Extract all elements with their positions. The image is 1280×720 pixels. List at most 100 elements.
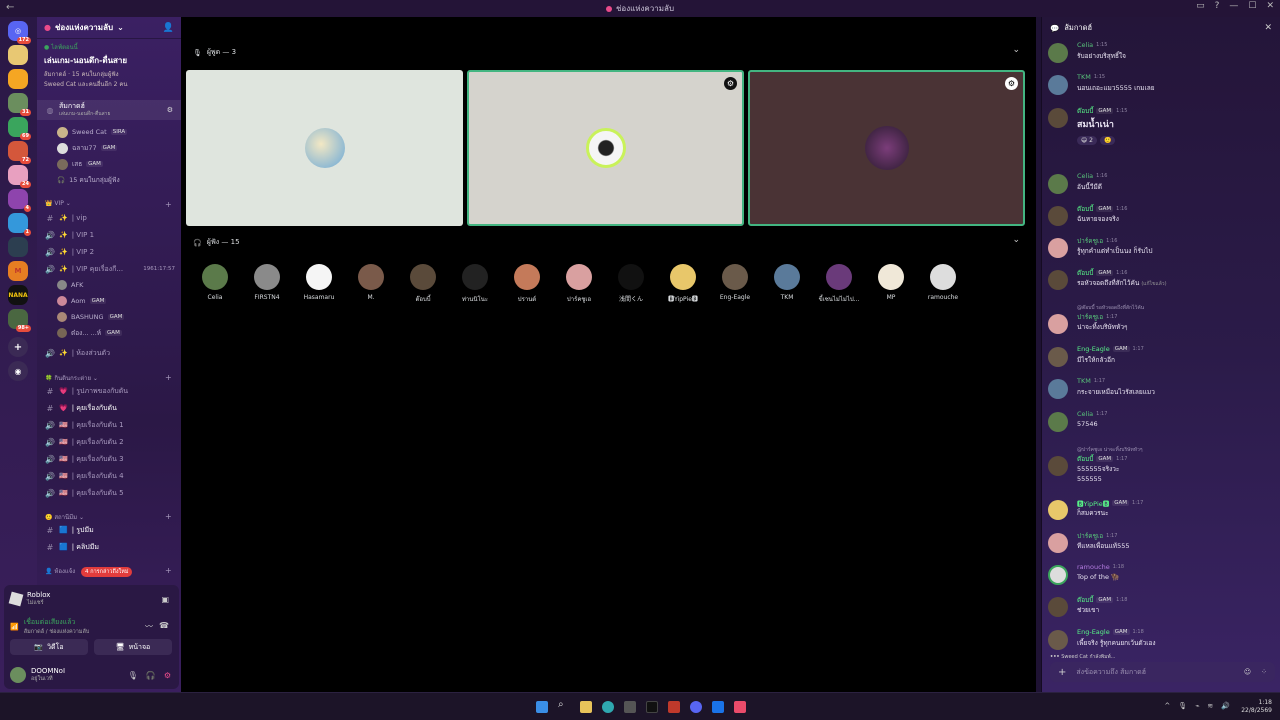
- server-icon-5[interactable]: 72: [8, 141, 31, 164]
- search-icon[interactable]: ⌕: [558, 699, 570, 711]
- more-icon[interactable]: ⚙: [724, 77, 737, 90]
- category-rooms[interactable]: 👤 ห้องแจ้ง +: [45, 566, 172, 576]
- listener[interactable]: Hasamaru: [297, 264, 341, 301]
- channel-vip[interactable]: # ✨ | vip: [37, 210, 181, 226]
- edge-icon[interactable]: [602, 701, 614, 713]
- channel-pics[interactable]: # 💗 | รูปภาพของกับดัน: [37, 383, 181, 399]
- server-icon-1[interactable]: [8, 45, 28, 65]
- voice-user[interactable]: BASHUNG GAM: [57, 310, 125, 324]
- listener[interactable]: ต๊อบบี้: [401, 264, 445, 304]
- windows-start-icon[interactable]: [536, 701, 548, 713]
- server-icon-nana[interactable]: NANA: [8, 285, 28, 305]
- voice-channel-active[interactable]: ◍ ส้มกาดฮ์ เล่นเกม-นอนดึก-ตื่นสาย ⚙: [37, 100, 181, 120]
- app-icon[interactable]: [734, 701, 746, 713]
- new-mentions-pill[interactable]: 4 การกล่าวถึงใหม่: [81, 567, 133, 577]
- listener[interactable]: Celia: [193, 264, 237, 301]
- voice-user[interactable]: ฉลาม77 GAM: [57, 141, 118, 155]
- channel-vip-2[interactable]: 🔊 ✨ | VIP 2: [37, 244, 181, 260]
- headphones-icon[interactable]: 🎧: [146, 671, 156, 680]
- close-icon[interactable]: ✕: [1266, 1, 1274, 11]
- channel-vip-3[interactable]: 🔊 ✨ | VIP คุยเรื่องกี... 1961:17:57: [37, 261, 181, 277]
- server-icon-9[interactable]: M: [8, 261, 28, 281]
- listener[interactable]: M.: [349, 264, 393, 301]
- activity-settings-icon[interactable]: ▣: [161, 595, 169, 604]
- noise-icon[interactable]: 〰: [145, 621, 153, 632]
- listener[interactable]: 浅間くん: [609, 264, 653, 303]
- add-server-icon[interactable]: +: [8, 337, 28, 357]
- message-input[interactable]: + ส่งข้อความถึง ส้มกาดฮ์ ☺ ⁘: [1050, 662, 1275, 682]
- channel-talk-2[interactable]: 🔊 🇺🇸 | คุยเรื่องกับดัน 2: [37, 434, 181, 450]
- speaker-tile[interactable]: [186, 70, 463, 226]
- channel-settings-icon[interactable]: ⚙: [167, 106, 173, 114]
- channel-talk[interactable]: # 💗 | คุยเรื่องกับดัน: [37, 400, 181, 416]
- apps-icon[interactable]: ⁘: [1261, 668, 1267, 676]
- server-icon-8[interactable]: [8, 237, 28, 257]
- activity-row[interactable]: Roblox ไม่แชร์: [8, 591, 50, 607]
- invite-icon[interactable]: 👤: [163, 23, 174, 33]
- store-icon[interactable]: [624, 701, 636, 713]
- channel-meme-1[interactable]: # 🟦 | รูปมีม: [37, 522, 181, 538]
- listener[interactable]: ขี้เซนไม่ไม่ไป...: [817, 264, 861, 304]
- channel-talk-1[interactable]: 🔊 🇺🇸 | คุยเรื่องกับดัน 1: [37, 417, 181, 433]
- inbox-icon[interactable]: ▭: [1196, 1, 1205, 11]
- channel-talk-4[interactable]: 🔊 🇺🇸 | คุยเรื่องกับดัน 4: [37, 468, 181, 484]
- user-panel[interactable]: DOOMNoI อยู่ในเวที: [10, 667, 65, 683]
- server-icon-2[interactable]: [8, 69, 28, 89]
- channel-private[interactable]: 🔊 ✨ | ห้องส่วนตัว: [37, 345, 181, 361]
- back-icon[interactable]: ←: [6, 2, 14, 13]
- server-icon-10[interactable]: 98+: [8, 309, 31, 332]
- live-event[interactable]: ● ไลฟ์ตอนนี้ เล่นเกม-นอนดึก-ตื่นสาย ส้มก…: [37, 39, 181, 92]
- disconnect-icon[interactable]: ☎: [159, 621, 169, 630]
- minimize-icon[interactable]: —: [1229, 1, 1238, 11]
- emoji-icon[interactable]: ☺: [1244, 668, 1251, 676]
- voice-user[interactable]: Aom GAM: [57, 294, 107, 308]
- listener[interactable]: Eng-Eagle: [713, 264, 757, 301]
- speaker-tile[interactable]: ⚙: [748, 70, 1025, 226]
- clock[interactable]: 1:18 22/8/2569: [1241, 699, 1272, 715]
- app-icon[interactable]: [668, 701, 680, 713]
- close-icon[interactable]: ✕: [1264, 23, 1272, 33]
- server-icon-7[interactable]: 1: [8, 213, 31, 236]
- listener[interactable]: ramouche: [921, 264, 965, 301]
- server-icon-6[interactable]: 24: [8, 165, 31, 188]
- listener[interactable]: ปาร์คชูเอ: [557, 264, 601, 304]
- screen-share-button[interactable]: 🖥 หน้าจอ: [94, 639, 172, 655]
- server-icon-3[interactable]: 31: [8, 93, 31, 116]
- system-tray[interactable]: ^ 🎙 ⌁ ≋ 🔊: [1164, 702, 1230, 710]
- server-header[interactable]: ● ช่องแห่งความลับ ⌄ 👤: [37, 17, 181, 39]
- channel-meme-2[interactable]: # 🟦 | คลิปมีม: [37, 539, 181, 555]
- settings-icon[interactable]: ⚙: [164, 671, 171, 680]
- plus-icon[interactable]: +: [1058, 667, 1066, 678]
- audience-count[interactable]: 🎧 15 คนในกลุ่มผู้ฟัง: [57, 173, 120, 187]
- listener[interactable]: 🅱YipPie🅱: [661, 264, 705, 303]
- channel-talk-5[interactable]: 🔊 🇺🇸 | คุยเรื่องกับดัน 5: [37, 485, 181, 501]
- direct-messages-button[interactable]: ◎ 172: [8, 21, 31, 44]
- listener[interactable]: MP: [869, 264, 913, 301]
- voice-user[interactable]: เสธ GAM: [57, 157, 103, 171]
- listener[interactable]: ท่านนิโนะ: [453, 264, 497, 304]
- server-icon-active[interactable]: 4: [8, 189, 31, 212]
- category-games[interactable]: 🍀 กินดินกระต่าย ⌄ +: [45, 373, 172, 383]
- chevron-down-icon[interactable]: ⌄: [1012, 45, 1020, 55]
- listeners-header[interactable]: 🎧 ผู้ฟัง — 15: [193, 237, 240, 248]
- tiktok-icon[interactable]: [646, 701, 658, 713]
- listener[interactable]: FIRSTN4: [245, 264, 289, 301]
- reactions[interactable]: 😄 2 🙂: [1077, 136, 1116, 145]
- category-meme[interactable]: 🙂 สถานีมีม ⌄ +: [45, 512, 172, 522]
- speaker-tile[interactable]: ⚙: [467, 70, 744, 226]
- listener[interactable]: TKM: [765, 264, 809, 301]
- voice-user[interactable]: ต๋อง... ...ห์ GAM: [57, 326, 122, 340]
- more-icon[interactable]: ⚙: [1005, 77, 1018, 90]
- video-button[interactable]: 📷 วิดีโอ: [10, 639, 88, 655]
- app-icon[interactable]: [712, 701, 724, 713]
- channel-talk-3[interactable]: 🔊 🇺🇸 | คุยเรื่องกับดัน 3: [37, 451, 181, 467]
- voice-user[interactable]: Sweed Cat SIRA: [57, 125, 128, 139]
- speakers-header[interactable]: 🎙 ผู้พูด — 3: [193, 47, 236, 58]
- channel-vip-1[interactable]: 🔊 ✨ | VIP 1: [37, 227, 181, 243]
- voice-user[interactable]: AFK: [57, 278, 83, 292]
- microphone-icon[interactable]: 🎙: [128, 671, 138, 680]
- server-icon-4[interactable]: 69: [8, 117, 31, 140]
- file-explorer-icon[interactable]: [580, 701, 592, 713]
- help-icon[interactable]: ?: [1215, 1, 1220, 11]
- discord-icon[interactable]: [690, 701, 702, 713]
